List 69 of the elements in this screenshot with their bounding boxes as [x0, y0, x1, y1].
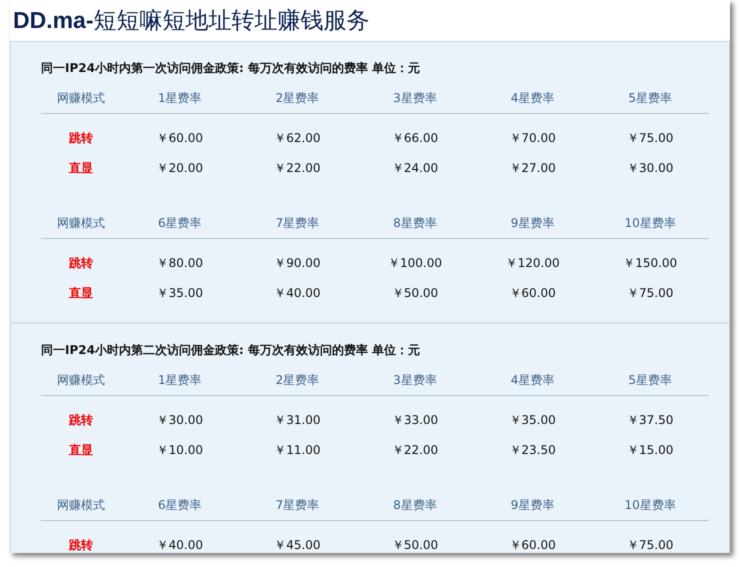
column-header: 5星费率	[628, 90, 672, 107]
column-header: 10星费率	[624, 497, 676, 514]
column-header: 6星费率	[158, 497, 202, 514]
rate-cell: ￥90.00	[274, 254, 321, 272]
rate-cell: ￥40.00	[274, 284, 321, 302]
section-heading: 同一IP24小时内第一次访问佣金政策: 每万次有效访问的费率 单位：元	[41, 60, 422, 77]
rate-cell: ￥22.00	[392, 442, 438, 458]
column-header: 6星费率	[158, 215, 202, 232]
column-header: 7星费率	[276, 215, 320, 232]
rate-cell: ￥30.00	[156, 412, 203, 428]
column-header: 7星费率	[276, 497, 320, 514]
column-header: 2星费率	[276, 372, 320, 389]
column-header: 网赚模式	[57, 215, 105, 232]
rate-cell: ￥31.00	[274, 412, 321, 428]
rate-cell: ￥150.00	[623, 254, 678, 272]
rate-cell: ￥60.00	[156, 130, 203, 146]
column-header: 3星费率	[393, 90, 437, 107]
rate-cell: ￥45.00	[274, 536, 321, 553]
rate-cell: ￥120.00	[506, 254, 560, 272]
rate-cell: ￥75.00	[627, 130, 674, 146]
column-header: 9星费率	[510, 497, 554, 514]
rate-cell: ￥70.00	[509, 130, 556, 146]
rate-cell: ￥24.00	[392, 160, 438, 176]
column-header: 4星费率	[510, 90, 554, 107]
column-header: 8星费率	[393, 497, 437, 514]
column-header: 8星费率	[393, 215, 437, 232]
rate-cell: ￥35.00	[156, 284, 203, 302]
rate-cell: ￥100.00	[388, 254, 442, 272]
rate-cell: ￥80.00	[156, 254, 203, 272]
rate-cell: ￥35.00	[509, 412, 556, 428]
mode-cell: 直显	[69, 160, 93, 176]
rate-cell: ￥23.50	[509, 442, 556, 458]
rate-cell: ￥37.50	[627, 412, 674, 428]
rate-cell: ￥60.00	[509, 284, 556, 302]
rate-cell: ￥10.00	[156, 442, 203, 458]
rate-cell: ￥15.00	[627, 442, 674, 458]
rate-cell: ￥11.00	[274, 442, 321, 458]
rate-cell: ￥75.00	[627, 536, 674, 553]
rate-cell: ￥33.00	[392, 412, 438, 428]
column-header: 1星费率	[158, 372, 202, 389]
column-header: 网赚模式	[57, 497, 105, 514]
rate-cell: ￥50.00	[392, 284, 438, 302]
column-header: 5星费率	[628, 372, 672, 389]
rate-cell: ￥22.00	[274, 160, 321, 176]
rate-cell: ￥27.00	[509, 160, 556, 176]
rate-cell: ￥60.00	[509, 536, 556, 553]
column-header: 网赚模式	[57, 90, 105, 107]
mode-cell: 跳转	[69, 412, 93, 428]
mode-cell: 跳转	[69, 536, 93, 553]
rate-cell: ￥30.00	[627, 160, 674, 176]
mode-cell: 跳转	[69, 130, 93, 146]
rate-cell: ￥50.00	[392, 536, 438, 553]
rate-cell: ￥75.00	[627, 284, 674, 302]
mode-cell: 跳转	[69, 254, 93, 272]
rate-cell: ￥62.00	[274, 130, 321, 146]
rate-cell: ￥20.00	[156, 160, 203, 176]
section-heading: 同一IP24小时内第二次访问佣金政策: 每万次有效访问的费率 单位：元	[41, 342, 422, 359]
column-header: 9星费率	[510, 215, 554, 232]
rate-cell: ￥66.00	[392, 130, 438, 146]
mode-cell: 直显	[69, 284, 93, 302]
page-title: DD.ma-短短嘛短地址转址赚钱服务	[12, 6, 371, 35]
column-header: 10星费率	[624, 215, 676, 232]
column-header: 2星费率	[276, 90, 320, 107]
column-header: 网赚模式	[57, 372, 105, 389]
column-header: 1星费率	[158, 90, 202, 107]
column-header: 3星费率	[393, 372, 437, 389]
column-header: 4星费率	[510, 372, 554, 389]
mode-cell: 直显	[69, 442, 93, 458]
rate-cell: ￥40.00	[156, 536, 203, 553]
